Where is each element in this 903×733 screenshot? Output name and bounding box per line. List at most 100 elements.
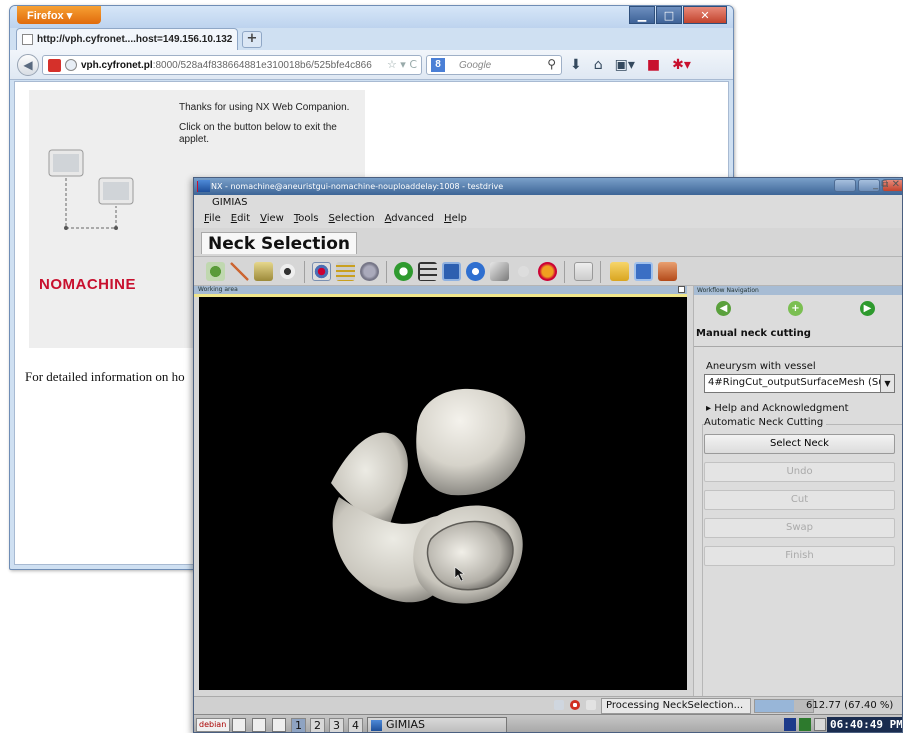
workspace-3[interactable]: 3 (329, 718, 344, 732)
screen-icon[interactable]: ▣▾ (615, 57, 635, 73)
finish-button[interactable]: Finish (704, 546, 895, 566)
terminal-icon[interactable] (252, 718, 266, 732)
perspective-tab[interactable]: Neck Selection (201, 232, 358, 254)
status-warning-icon[interactable] (586, 700, 596, 710)
menu-edit[interactable]: Edit (231, 213, 250, 228)
search-engine-label: Google (459, 60, 492, 71)
tool-bar (194, 256, 902, 286)
lock-icon[interactable] (254, 262, 273, 281)
view-target-icon[interactable] (312, 262, 331, 281)
taskbar: debian 1 2 3 4 GIMIAS 06:40:49 PM (194, 714, 902, 732)
clock: 06:40:49 PM (827, 717, 902, 732)
help-acknowledgment-toggle[interactable]: ▸ Help and Acknowledgment (706, 403, 849, 414)
nx-window-title: NX - nomachine@aneuristgui-nomachine-nou… (211, 182, 504, 191)
minimize-all-icon[interactable] (232, 718, 246, 732)
bookmark-star-icon[interactable]: ☆ ▾ C (387, 58, 417, 71)
swap-button[interactable]: Swap (704, 518, 895, 538)
search-bar[interactable]: 8 Google ⚲ (426, 55, 562, 75)
menu-bar: File Edit View Tools Selection Advanced … (194, 211, 902, 228)
menu-view[interactable]: View (260, 213, 284, 228)
previous-step-button[interactable]: ◀ (696, 299, 750, 319)
url-domain: vph.cyfronet.pl (81, 60, 153, 71)
firefox-window-controls: ▁ □ ✕ (628, 6, 727, 24)
firefox-titlebar (10, 6, 733, 28)
refresh-icon[interactable] (206, 262, 225, 281)
workspace-1[interactable]: 1 (291, 718, 306, 732)
status-error-icon[interactable] (570, 700, 580, 710)
workflow-header: Workflow Navigation (694, 286, 902, 295)
vessel-label: Aneurysm with vessel (706, 361, 816, 372)
next-step-button[interactable]: ▶ (840, 299, 894, 319)
gimias-titlebar: GIMIAS (194, 195, 902, 211)
tree-icon[interactable] (418, 262, 437, 281)
monitor-icon[interactable] (799, 718, 811, 731)
home-step-button[interactable]: + (768, 299, 822, 319)
thanks-text: Thanks for using NX Web Companion. (179, 102, 350, 113)
addon-red-icon[interactable]: ✱▾ (672, 57, 691, 73)
minimize-button[interactable] (834, 179, 856, 192)
workspace-2[interactable]: 2 (310, 718, 325, 732)
taskbar-gimias-button[interactable]: GIMIAS (367, 717, 507, 732)
progress-bar (754, 699, 814, 713)
3d-render-view[interactable] (199, 297, 687, 690)
cylinder-icon[interactable] (360, 262, 379, 281)
menu-advanced[interactable]: Advanced (385, 213, 434, 228)
minimize-button[interactable]: ▁ (629, 6, 655, 24)
image-icon[interactable] (490, 262, 509, 281)
addon-icon[interactable]: ■ (647, 57, 660, 73)
click-info-text: Click on the button below to exit the ap… (179, 122, 337, 145)
vessel-select[interactable]: 4#RingCut_outputSurfaceMesh (Su ▼ (704, 374, 895, 393)
close-button[interactable]: ✕ (683, 6, 727, 24)
url-bar[interactable]: vph.cyfronet.pl:8000/528a4f838664881e310… (42, 55, 422, 75)
toolbox-icon[interactable] (658, 262, 677, 281)
debian-start-button[interactable]: debian (196, 718, 230, 732)
workspace-4[interactable]: 4 (348, 718, 363, 732)
plugin-icon[interactable] (538, 262, 557, 281)
status-info-icon[interactable] (554, 700, 564, 710)
home-icon[interactable]: ⌂ (594, 57, 603, 73)
select-neck-button[interactable]: Select Neck (704, 434, 895, 454)
new-tab-button[interactable]: + (242, 31, 262, 48)
applet-message: Thanks for using NX Web Companion. Click… (179, 102, 354, 154)
folder-open-icon[interactable] (610, 262, 629, 281)
files-icon[interactable] (272, 718, 286, 732)
browser-tab[interactable]: http://vph.cyfronet....host=149.156.10.1… (16, 28, 238, 50)
chevron-down-icon[interactable]: ▼ (880, 375, 894, 392)
site-identity-icon[interactable] (48, 59, 61, 72)
save-icon[interactable] (634, 262, 653, 281)
info-icon[interactable] (466, 262, 485, 281)
progress-fill (755, 700, 795, 712)
forward-arrow-icon: ▶ (860, 301, 875, 316)
network-icon[interactable] (784, 718, 796, 731)
cut-button[interactable]: Cut (704, 490, 895, 510)
automatic-neck-cutting-label: Automatic Neck Cutting (704, 417, 827, 428)
eye-icon[interactable] (278, 262, 297, 281)
menu-file[interactable]: File (204, 213, 221, 228)
window-icon[interactable] (442, 262, 461, 281)
menu-tools[interactable]: Tools (294, 213, 319, 228)
undo-button[interactable]: Undo (704, 462, 895, 482)
gray-circle-icon[interactable] (514, 262, 533, 281)
link-icon[interactable] (574, 262, 593, 281)
green-circle-icon[interactable] (394, 262, 413, 281)
vessel-select-value: 4#RingCut_outputSurfaceMesh (Su (708, 377, 885, 388)
back-arrow-icon[interactable]: ◀ (17, 54, 39, 76)
nx-window: NX - nomachine@aneuristgui-nomachine-nou… (193, 177, 903, 733)
maximize-button[interactable]: □ (656, 6, 682, 24)
gimias-window-controls[interactable]: _ ⧉ ✕ (873, 179, 900, 190)
download-icon[interactable]: ⬇ (570, 57, 582, 73)
aneurysm-mesh[interactable] (199, 297, 687, 690)
status-icons (554, 700, 596, 710)
gimias-title: GIMIAS (212, 197, 248, 208)
menu-help[interactable]: Help (444, 213, 467, 228)
layers-icon[interactable] (336, 262, 355, 281)
firefox-menu-button[interactable]: Firefox ▾ (17, 6, 101, 24)
navigation-bar: ◀ vph.cyfronet.pl:8000/528a4f838664881e3… (10, 50, 733, 80)
url-path: :8000/528a4f838664881e310018b6/525bfe4c8… (152, 60, 372, 71)
magnifier-icon[interactable]: ⚲ (547, 57, 556, 71)
menu-selection[interactable]: Selection (329, 213, 375, 228)
pointer-icon[interactable] (230, 262, 249, 281)
mail-icon[interactable] (814, 718, 826, 731)
maximize-view-button[interactable] (678, 286, 685, 293)
google-icon[interactable]: 8 (431, 58, 445, 72)
